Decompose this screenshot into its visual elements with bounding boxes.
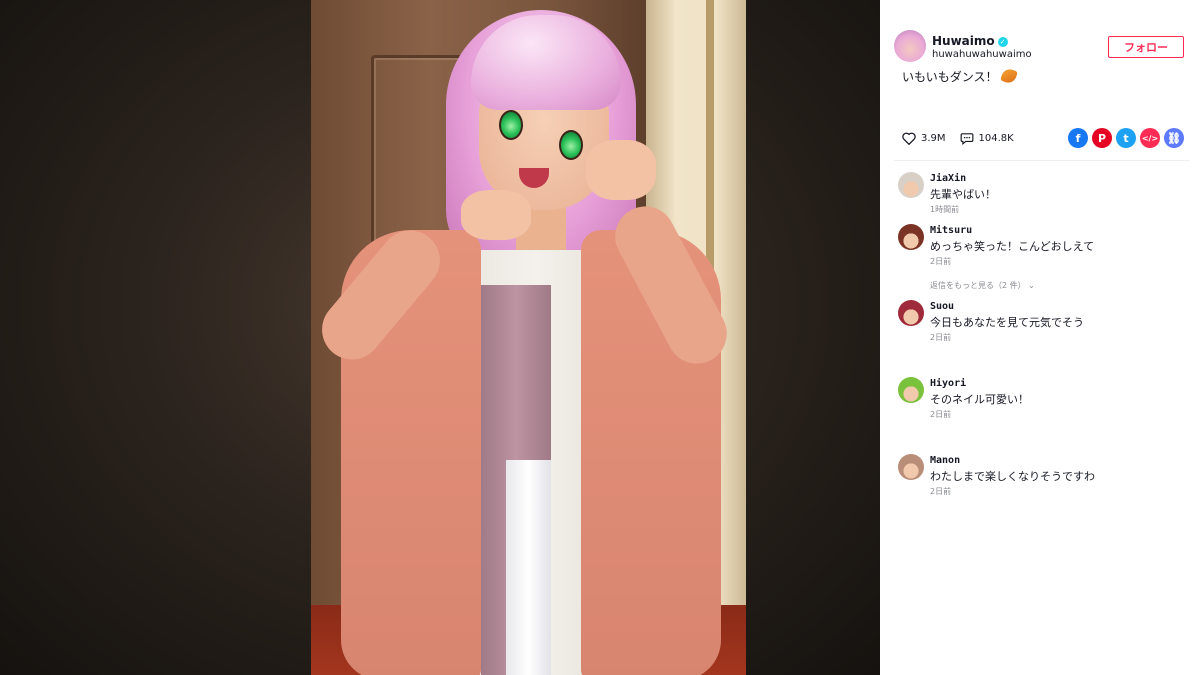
author-header: Huwaimo ✓ huwahuwahuwaimo フォロー	[894, 30, 1190, 70]
comment-icon	[960, 132, 973, 145]
video-background	[0, 0, 880, 675]
pinterest-share-icon[interactable]: P	[1092, 128, 1112, 148]
side-panel: Huwaimo ✓ huwahuwahuwaimo フォロー いもいもダンス！ 3…	[880, 0, 1200, 675]
comment-time: 2日前	[930, 257, 952, 266]
copy-link-icon[interactable]: ⛓	[1164, 128, 1184, 148]
comment-text: めっちゃ笑った！こんどおしえて	[930, 240, 1095, 253]
comment-time: 2日前	[930, 410, 952, 419]
share-bar: f P t </> ⛓	[1064, 128, 1184, 148]
comment-avatar[interactable]	[898, 454, 924, 480]
verified-icon: ✓	[997, 37, 1008, 47]
author-avatar[interactable]	[894, 30, 926, 62]
comment-username[interactable]: Suou	[930, 301, 954, 312]
comment-text: 先輩やばい！	[930, 188, 996, 201]
comment-time: 2日前	[930, 487, 952, 496]
caption-text: いもいもダンス！	[902, 70, 998, 84]
comment-avatar[interactable]	[898, 224, 924, 250]
comment-stat[interactable]: 104.8K	[960, 132, 1014, 145]
video-stats: 3.9M 104.8K	[902, 128, 1028, 148]
comment-text: わたしまで楽しくなりそうですわ	[930, 470, 1095, 483]
video-caption: いもいもダンス！	[902, 67, 1018, 85]
comment-avatar[interactable]	[898, 377, 924, 403]
comment-username[interactable]: Mitsuru	[930, 225, 972, 236]
follow-button[interactable]: フォロー	[1108, 36, 1184, 58]
comment-text: そのネイル可愛い！	[930, 393, 1029, 406]
divider	[894, 160, 1190, 161]
character-eye-right	[559, 130, 583, 160]
comment-username[interactable]: JiaXin	[930, 173, 966, 184]
view-more-replies-link[interactable]: 返信をもっと見る（2 件） ⌄	[930, 280, 1035, 291]
heart-icon	[902, 132, 916, 145]
embed-code-icon[interactable]: </>	[1140, 128, 1160, 148]
comment-time: 1時間前	[930, 205, 960, 214]
author-handle[interactable]: huwahuwahuwaimo	[932, 49, 1032, 60]
like-stat[interactable]: 3.9M	[902, 132, 946, 145]
comment-time: 2日前	[930, 333, 952, 342]
facebook-share-icon[interactable]: f	[1068, 128, 1088, 148]
character-eye-left	[499, 110, 523, 140]
author-name-text[interactable]: Huwaimo	[932, 34, 995, 48]
comment-username[interactable]: Hiyori	[930, 378, 966, 389]
character-hand-right	[586, 140, 656, 200]
comment-username[interactable]: Manon	[930, 455, 960, 466]
character-skirt	[506, 460, 551, 675]
character-hand-left	[461, 190, 531, 240]
sweet-potato-icon	[999, 67, 1018, 85]
comment-count: 104.8K	[978, 132, 1014, 144]
like-count: 3.9M	[921, 132, 946, 144]
twitter-share-icon[interactable]: t	[1116, 128, 1136, 148]
comment-text: 今日もあなたを見て元気でそう	[930, 316, 1084, 329]
comment-avatar[interactable]	[898, 300, 924, 326]
author-name[interactable]: Huwaimo ✓	[932, 34, 1008, 48]
video-player[interactable]	[311, 0, 746, 675]
comment-avatar[interactable]	[898, 172, 924, 198]
